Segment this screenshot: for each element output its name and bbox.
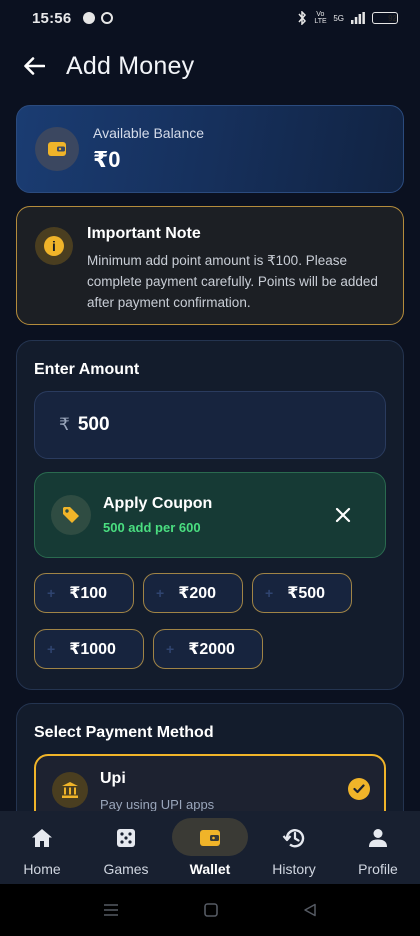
quick-amount-500[interactable]: + ₹500 (252, 573, 352, 613)
balance-text: Available Balance ₹0 (93, 125, 204, 173)
status-right: Vo LTE 5G 92 (297, 11, 398, 25)
network-5g-label: 5G (333, 13, 344, 23)
enter-amount-title: Enter Amount (34, 361, 140, 378)
nav-home[interactable]: Home (0, 811, 84, 884)
menu-icon[interactable] (103, 903, 119, 917)
plus-icon: + (166, 641, 175, 657)
nav-history[interactable]: History (252, 811, 336, 884)
upi-title: Upi (100, 770, 126, 787)
back-triangle-icon[interactable] (303, 903, 317, 917)
chip-label: ₹1000 (69, 641, 116, 658)
bluetooth-icon (298, 11, 307, 25)
nav-label: History (272, 861, 316, 877)
back-button[interactable] (20, 52, 48, 80)
bottom-nav: Home Games Wallet History Profile (0, 811, 420, 884)
quick-amount-200[interactable]: + ₹200 (143, 573, 243, 613)
plus-icon: + (265, 585, 274, 601)
nav-label: Home (23, 861, 61, 877)
note-body: Minimum add point amount is ₹100. Please… (87, 253, 378, 310)
nav-label: Games (103, 861, 149, 877)
plus-icon: + (47, 641, 56, 657)
profile-icon (368, 826, 388, 850)
battery-percent: 92 (388, 13, 397, 23)
plus-icon: + (47, 585, 56, 601)
nav-label: Wallet (189, 861, 231, 877)
history-icon (282, 826, 306, 850)
nav-wallet[interactable]: Wallet (168, 811, 252, 884)
upi-subtitle: Pay using UPI apps (100, 797, 215, 812)
enter-amount-card: Enter Amount ₹ 500 Apply Coupon 500 add … (16, 340, 404, 690)
app-header: Add Money (0, 44, 420, 88)
amount-input[interactable]: ₹ 500 (34, 391, 386, 459)
balance-label: Available Balance (93, 125, 205, 141)
battery-icon: 92 (372, 12, 398, 24)
chip-label: ₹500 (287, 585, 326, 602)
note-title: Important Note (87, 225, 201, 242)
nav-profile[interactable]: Profile (336, 811, 420, 884)
volte-label: Vo LTE (314, 11, 327, 25)
chat-notification-icon (83, 12, 96, 24)
sync-notification-icon (101, 12, 114, 24)
info-icon: i (35, 227, 73, 265)
signal-icon (351, 12, 365, 24)
coupon-text: Apply Coupon 500 add per 600 (103, 495, 212, 535)
wallet-icon (35, 127, 79, 171)
nav-label: Profile (358, 861, 398, 877)
home-icon (31, 826, 53, 850)
home-square-icon[interactable] (204, 903, 218, 917)
wallet-icon (199, 826, 221, 850)
nav-games[interactable]: Games (84, 811, 168, 884)
quick-amount-100[interactable]: + ₹100 (34, 573, 134, 613)
status-bar: 15:56 Vo LTE 5G 92 (0, 0, 420, 36)
chip-label: ₹100 (69, 585, 108, 602)
coupon-title: Apply Coupon (103, 495, 213, 512)
close-icon[interactable] (331, 503, 355, 527)
page-title: Add Money (66, 51, 195, 80)
coupon-subtitle: 500 add per 600 (103, 520, 201, 535)
check-icon (348, 778, 370, 800)
status-time: 15:56 (32, 9, 72, 27)
balance-value: ₹0 (93, 147, 121, 172)
tag-icon (51, 495, 91, 535)
important-note-card: i Important Note Minimum add point amoun… (16, 206, 404, 325)
chip-label: ₹200 (178, 585, 217, 602)
dice-icon (116, 826, 136, 850)
arrow-left-icon (24, 57, 45, 75)
currency-symbol: ₹ (59, 415, 70, 434)
bank-icon (52, 772, 88, 808)
quick-amount-1000[interactable]: + ₹1000 (34, 629, 144, 669)
amount-value: 500 (77, 414, 110, 435)
coupon-box[interactable]: Apply Coupon 500 add per 600 (34, 472, 386, 558)
plus-icon: + (156, 585, 165, 601)
system-nav-bar (0, 884, 420, 936)
balance-card: Available Balance ₹0 (16, 105, 404, 193)
notification-icons (83, 12, 114, 24)
chip-label: ₹2000 (188, 641, 235, 658)
payment-method-title: Select Payment Method (34, 724, 214, 741)
quick-amount-2000[interactable]: + ₹2000 (153, 629, 263, 669)
